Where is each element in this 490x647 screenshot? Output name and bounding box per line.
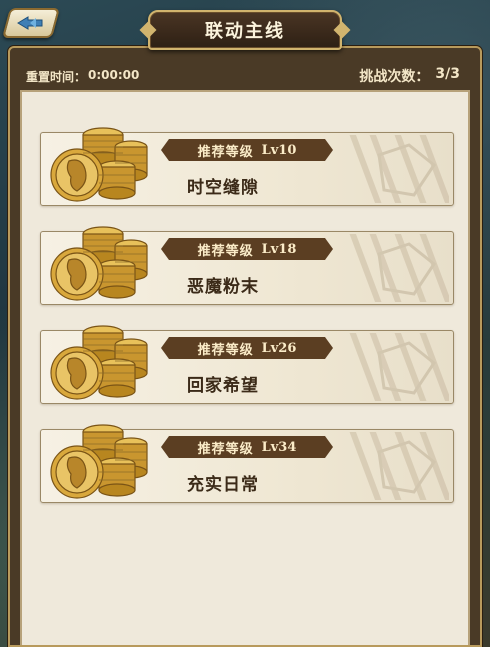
stage-name: 回家希望 <box>187 376 259 396</box>
stage-card[interactable]: 推荐等级 Lv34 充实日常 <box>40 424 454 503</box>
gold-coin-stack-icon <box>50 226 148 301</box>
header-row: 重置时间： 0:00:00 挑战次数： 3/3 <box>26 66 460 86</box>
level-label: 推荐等级 <box>197 243 254 259</box>
reset-label: 重置时间： <box>26 69 87 84</box>
recommended-level-banner: 推荐等级 Lv18 <box>161 238 333 260</box>
recommended-level-banner: 推荐等级 Lv10 <box>161 139 333 161</box>
challenge-count: 挑战次数： 3/3 <box>359 66 460 86</box>
reset-timer: 重置时间： 0:00:00 <box>26 68 139 85</box>
tries-label: 挑战次数： <box>359 69 430 85</box>
gold-coin-stack-icon <box>50 127 148 202</box>
stage-name: 时空缝隙 <box>187 178 259 198</box>
crest-watermark-icon <box>349 333 449 401</box>
recommended-level-banner: 推荐等级 Lv26 <box>161 337 333 359</box>
back-arrow-icon <box>17 16 43 30</box>
tries-value: 3/3 <box>435 66 460 82</box>
level-value: Lv26 <box>261 340 297 356</box>
stage-name: 充实日常 <box>187 475 259 495</box>
crest-watermark-icon <box>349 234 449 302</box>
reset-value: 0:00:00 <box>88 67 140 82</box>
crest-watermark-icon <box>349 135 449 203</box>
level-label: 推荐等级 <box>197 342 254 358</box>
level-label: 推荐等级 <box>197 144 254 160</box>
back-button[interactable] <box>1 8 61 38</box>
stage-name: 恶魔粉末 <box>187 277 259 297</box>
recommended-level-banner: 推荐等级 Lv34 <box>161 436 333 458</box>
title-plate: 联动主线 <box>148 10 342 50</box>
stage-card[interactable]: 推荐等级 Lv26 回家希望 <box>40 325 454 404</box>
level-value: Lv34 <box>261 439 297 455</box>
gold-coin-stack-icon <box>50 325 148 400</box>
stage-card[interactable]: 推荐等级 Lv10 时空缝隙 <box>40 127 454 206</box>
page-title: 联动主线 <box>205 21 285 42</box>
level-value: Lv10 <box>261 142 297 158</box>
level-value: Lv18 <box>261 241 297 257</box>
crest-watermark-icon <box>349 432 449 500</box>
stage-card[interactable]: 推荐等级 Lv18 恶魔粉末 <box>40 226 454 305</box>
gold-coin-stack-icon <box>50 424 148 499</box>
level-label: 推荐等级 <box>197 441 254 457</box>
